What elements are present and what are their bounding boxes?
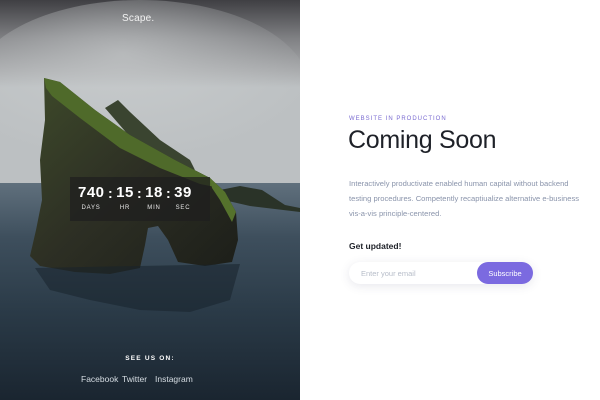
page-title: Coming Soon [348,126,497,154]
brand-logo[interactable]: Scape. [122,13,154,24]
eyebrow-text: WEBSITE IN PRODUCTION [349,116,447,122]
updates-label: Get updated! [349,241,402,251]
seconds-label: SEC [175,205,191,211]
days-label: DAYS [81,205,101,211]
countdown-separator: : [137,185,142,201]
countdown-days: 740 DAYS [78,184,104,211]
hours-label: HR [119,205,131,211]
minutes-label: MIN [147,205,161,211]
countdown-hours: 15 HR [114,184,136,211]
countdown-separator: : [166,185,171,201]
hours-value: 15 [116,184,134,201]
days-value: 740 [78,184,105,201]
countdown-timer: 740 DAYS : 15 HR : 18 MIN : 39 SEC [70,177,210,221]
social-link-twitter[interactable]: Twitter [122,374,147,384]
countdown-separator: : [108,185,113,201]
description-text: Interactively productivate enabled human… [349,179,580,218]
minutes-value: 18 [145,184,163,201]
social-link-instagram[interactable]: Instagram [155,374,193,384]
countdown-seconds: 39 SEC [172,184,194,211]
social-link-facebook[interactable]: Facebook [81,374,118,384]
countdown-minutes: 18 MIN [143,184,165,211]
social-heading: SEE US ON: [125,355,175,362]
hero-panel: Scape. 740 DAYS : 15 HR : 18 MIN : 39 SE… [0,0,300,400]
email-input[interactable] [361,262,471,284]
subscribe-form: Subscribe [349,262,533,284]
seconds-value: 39 [174,184,192,201]
content-panel: WEBSITE IN PRODUCTION Coming Soon Intera… [300,0,600,400]
subscribe-button[interactable]: Subscribe [477,262,533,284]
